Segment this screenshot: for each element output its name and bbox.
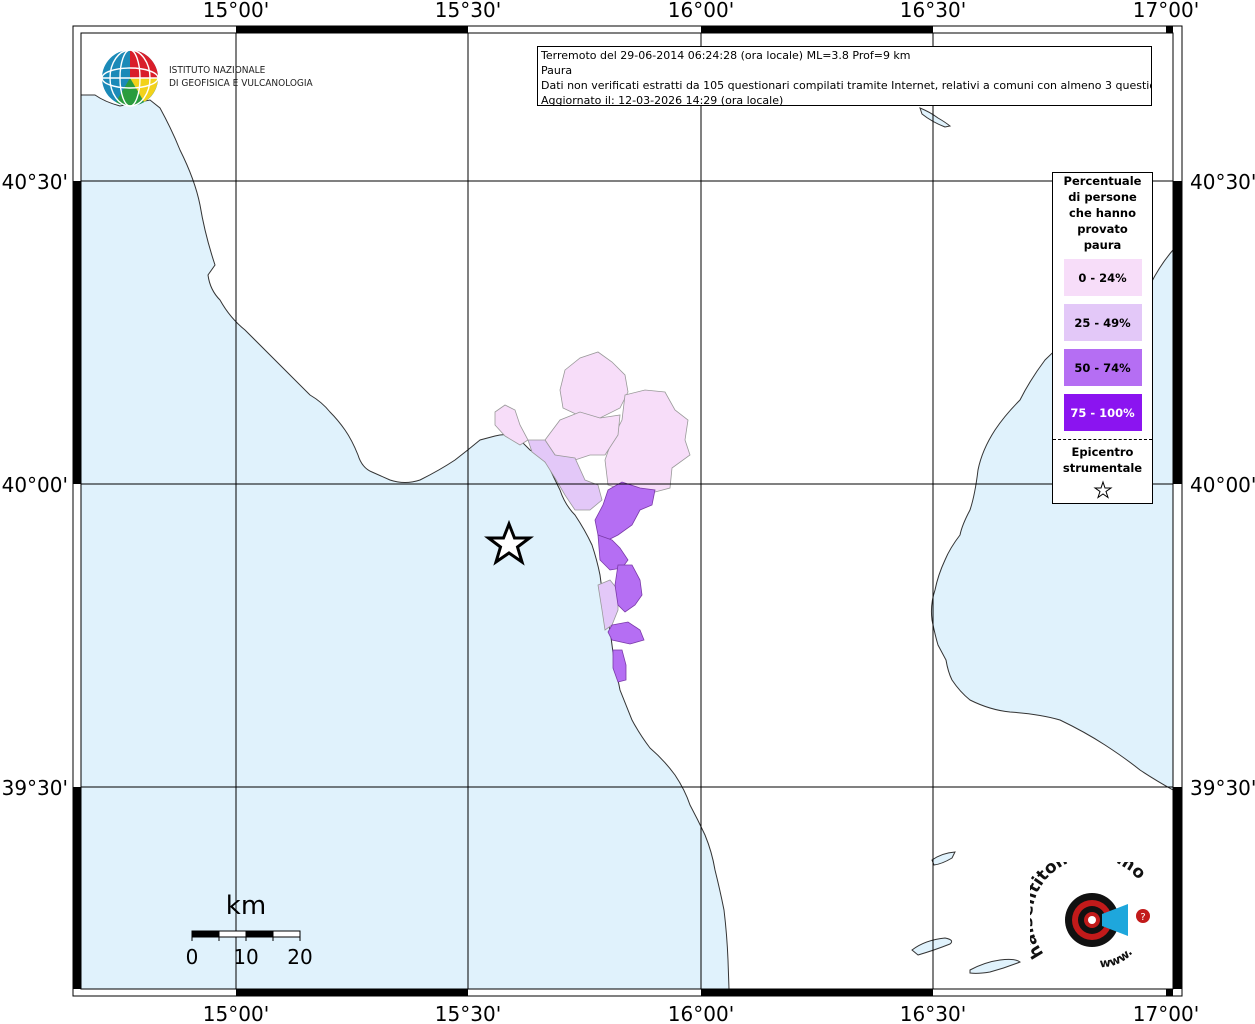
bottom-tick-label: 15°00'	[203, 1002, 269, 1024]
legend-title: Percentuale di persone che hanno provato…	[1053, 173, 1152, 253]
data-note-line: Dati non verificati estratti da 105 ques…	[541, 79, 1152, 92]
update-line: Aggiornato il: 12-03-2026 14:29 (ora loc…	[541, 94, 784, 106]
right-tick-label: 39°30'	[1190, 776, 1255, 800]
parameter-line: Paura	[541, 64, 573, 77]
legend-title-line: di persone	[1068, 190, 1137, 204]
left-tick-label: 40°00'	[2, 473, 68, 497]
legend-title-line: provato	[1077, 222, 1128, 236]
top-tick-label: 17°00'	[1133, 0, 1199, 22]
right-tick-label: 40°00'	[1190, 473, 1255, 497]
epicenter-legend-line: strumentale	[1062, 461, 1143, 475]
bottom-tick-label: 17°00'	[1133, 1002, 1199, 1024]
epicenter-legend-line: Epicentro	[1071, 445, 1134, 459]
legend-title-line: paura	[1083, 238, 1122, 252]
left-tick-label: 39°30'	[2, 776, 68, 800]
event-line: Terremoto del 29-06-2014 06:24:28 (ora l…	[541, 49, 911, 62]
legend-item-50-74: 50 - 74%	[1063, 349, 1142, 386]
legend-separator	[1053, 439, 1152, 440]
bottom-tick-label: 15°30'	[435, 1002, 501, 1024]
legend-title-line: che hanno	[1068, 206, 1137, 220]
scale-unit: km	[226, 891, 266, 921]
top-tick-label: 16°00'	[668, 0, 734, 22]
globe-icon	[101, 49, 159, 107]
top-tick-label: 15°30'	[435, 0, 501, 22]
svg-text:?: ?	[1140, 912, 1145, 923]
star-icon	[1092, 480, 1113, 499]
legend-item-75-100: 75 - 100%	[1063, 394, 1142, 431]
legend: Percentuale di persone che hanno provato…	[1052, 172, 1153, 504]
legend-item-0-24: 0 - 24%	[1063, 259, 1142, 296]
top-tick-label: 15°00'	[203, 0, 269, 22]
top-tick-label: 16°30'	[900, 0, 966, 22]
scale-tick-label: 20	[287, 945, 312, 969]
svg-text:www.: www.	[1099, 945, 1135, 970]
hst-www-text: www.	[1099, 945, 1135, 970]
ingv-logo: ISTITUTO NAZIONALE DI GEOFISICA E VULCAN…	[100, 48, 320, 110]
left-tick-label: 40°30'	[2, 170, 68, 194]
bottom-tick-label: 16°00'	[668, 1002, 734, 1024]
legend-item-25-49: 25 - 49%	[1063, 304, 1142, 341]
seismograph-logo-icon: haisentitoilterremoto.it www. ?	[1017, 843, 1150, 970]
scale-tick-label: 10	[233, 945, 258, 969]
right-tick-label: 40°30'	[1190, 170, 1255, 194]
ingv-line-1: ISTITUTO NAZIONALE	[169, 65, 266, 76]
legend-items: 0 - 24% 25 - 49% 50 - 74% 75 - 100%	[1053, 259, 1152, 431]
earthquake-info-box: Terremoto del 29-06-2014 06:24:28 (ora l…	[537, 46, 1152, 106]
haisentitoilterremoto-logo: haisentitoilterremoto.it www. ?	[1017, 843, 1160, 977]
scale-tick-label: 0	[186, 945, 199, 969]
ingv-line-2: DI GEOFISICA E VULCANOLOGIA	[169, 78, 313, 89]
bottom-tick-label: 16°30'	[900, 1002, 966, 1024]
epicenter-legend-title: Epicentro strumentale	[1053, 444, 1152, 476]
legend-title-line: Percentuale	[1063, 174, 1142, 188]
